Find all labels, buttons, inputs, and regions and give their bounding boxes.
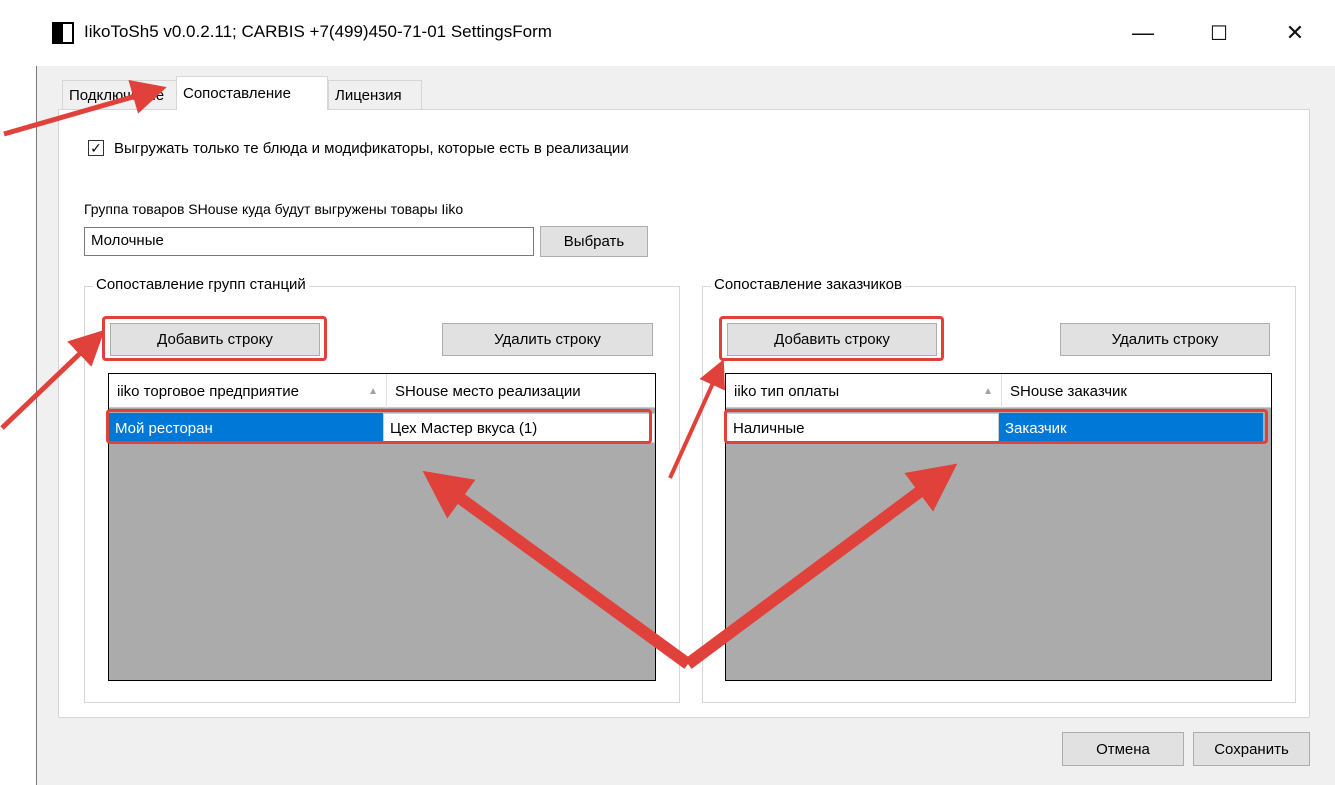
annotation-arrows: [0, 80, 958, 669]
tab-mapping[interactable]: Сопоставление: [176, 76, 328, 110]
arrow-to-stations-row-icon: [422, 470, 692, 669]
arrow-to-mapping-tab-icon: [3, 80, 167, 137]
arrow-to-customers-row-icon: [684, 463, 958, 669]
arrow-to-stations-add-icon: [0, 329, 105, 430]
arrow-to-customers-add-icon: [668, 359, 725, 479]
